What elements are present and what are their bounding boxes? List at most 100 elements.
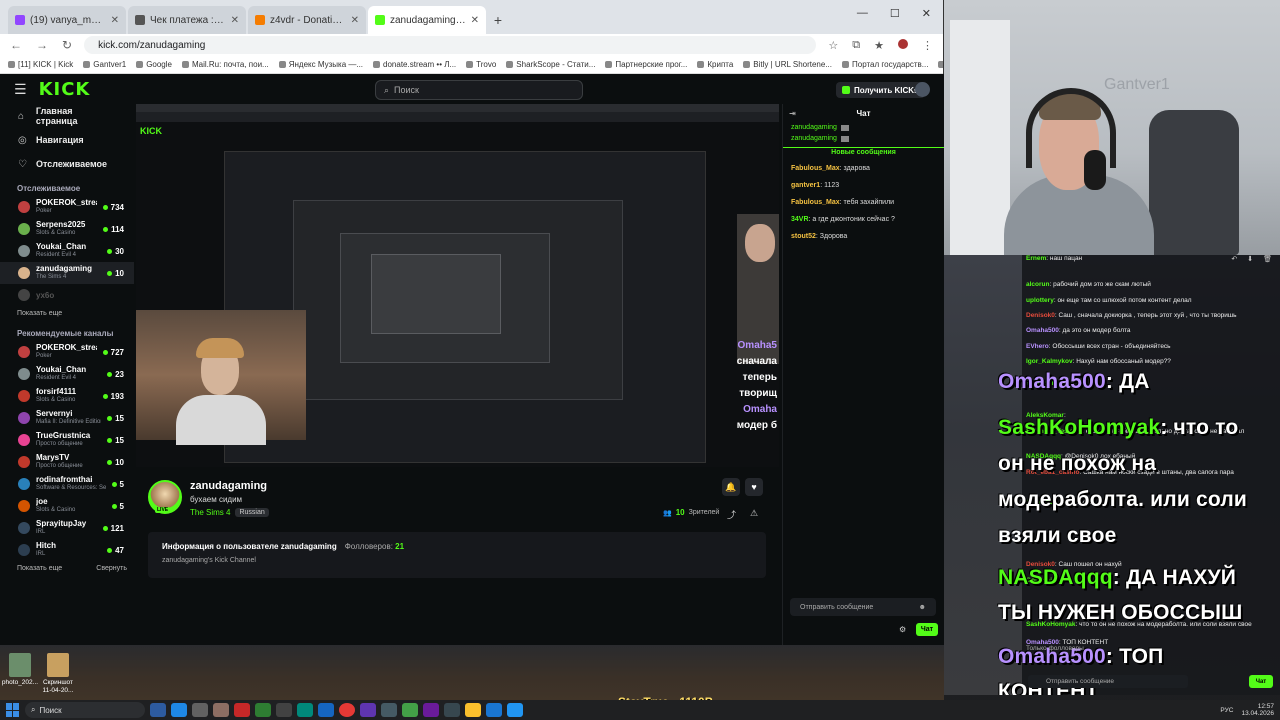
follow-button[interactable]: ♥ — [745, 478, 763, 496]
task-view-icon[interactable] — [150, 703, 166, 717]
close-tab-icon[interactable]: ✕ — [351, 15, 359, 26]
user-avatar[interactable] — [915, 82, 930, 97]
undo-icon[interactable]: ↶ — [1231, 255, 1237, 263]
kick-search[interactable]: ⌕ Поиск — [375, 80, 583, 100]
sidebar-nav-item[interactable]: ♡ Отслеживаемое — [0, 152, 134, 176]
app-icon[interactable] — [402, 703, 418, 717]
sidebar-channel[interactable]: Youkai_Chan Resident Evil 4 30 — [0, 240, 134, 262]
sidebar-channel[interactable]: POKEROK_streamsPoker 727 — [0, 341, 134, 363]
app-icon[interactable] — [297, 703, 313, 717]
chat-settings-icon[interactable]: ⚙ — [899, 625, 906, 634]
taskbar-search[interactable]: ⌕ Поиск — [25, 702, 145, 718]
overlay-chat-input[interactable]: Отправить сообщение — [1028, 675, 1188, 688]
app-icon[interactable] — [318, 703, 334, 717]
chat-username[interactable]: Fabulous_Max — [791, 199, 840, 206]
chat-send-button[interactable]: Чат — [916, 623, 938, 636]
app-icon[interactable] — [381, 703, 397, 717]
sidebar-channel[interactable]: joe Slots & Casino 5 — [0, 495, 134, 517]
edge-icon[interactable] — [171, 703, 187, 717]
language-tag[interactable]: Russian — [235, 508, 269, 517]
sidebar-channel[interactable]: TrueGrustnica Просто общение 15 — [0, 429, 134, 451]
close-tab-icon[interactable]: ✕ — [231, 15, 239, 26]
telegram-icon[interactable] — [507, 703, 523, 717]
kick-logo[interactable]: KICK — [39, 79, 91, 100]
share-icon[interactable]: ⤴ — [727, 508, 736, 521]
report-icon[interactable]: ⚠ — [750, 508, 758, 519]
app-icon[interactable] — [234, 703, 250, 717]
category-link[interactable]: The Sims 4 — [190, 508, 230, 517]
clock[interactable]: 12:57 13.04.2026 — [1241, 703, 1274, 717]
chat-username[interactable]: 34VR — [791, 216, 809, 223]
trash-icon[interactable]: 🗑 — [1263, 255, 1272, 263]
forward-icon[interactable]: → — [36, 38, 48, 52]
collapse-sidebar[interactable]: Свернуть — [96, 565, 127, 572]
sidebar-channel[interactable]: POKEROK_streamsPoker 734 — [0, 196, 134, 218]
emoji-icon[interactable]: ☻ — [919, 604, 926, 611]
video-player[interactable]: KICK Omaha5 сначала теперь творищ Omaha … — [136, 104, 779, 467]
bookmark-item[interactable]: Яндекс Музыка —... — [278, 60, 363, 69]
get-kicks-button[interactable]: Получить KICKs — [836, 82, 925, 98]
bookmark-item[interactable]: Крипта — [697, 60, 733, 69]
app-icon[interactable] — [465, 703, 481, 717]
bookmark-item[interactable]: Bitly | URL Shortene... — [743, 60, 832, 69]
hamburger-icon[interactable]: ☰ — [14, 81, 27, 98]
app-icon[interactable] — [213, 703, 229, 717]
chat-username[interactable]: gantver1 — [791, 182, 820, 189]
chat-input[interactable]: Отправить сообщение ☻ — [790, 598, 936, 616]
collapse-chat-icon[interactable]: ⇥ — [789, 109, 796, 118]
channel-name[interactable]: zanudagaming — [190, 480, 267, 492]
menu-icon[interactable]: ⋮ — [922, 39, 933, 52]
browser-tab[interactable]: z4vdr - DonationAlerts ✕ — [248, 6, 366, 34]
sidebar-channel[interactable]: Servernyi Mafia II: Definitive Edition 15 — [0, 407, 134, 429]
app-icon[interactable] — [255, 703, 271, 717]
sidebar-channel[interactable]: Youkai_Chan Resident Evil 4 23 — [0, 363, 134, 385]
sidebar-channel[interactable]: rodinafromthai Software & Resources: Se..… — [0, 473, 134, 495]
back-icon[interactable]: ← — [10, 38, 22, 52]
sidebar-channel[interactable]: forsirf4111 Slots & Casino 193 — [0, 385, 134, 407]
app-icon[interactable] — [486, 703, 502, 717]
browser-tab[interactable]: zanudagaming Stream - W... ✕ — [368, 6, 486, 34]
close-tab-icon[interactable]: ✕ — [111, 15, 119, 26]
bookmark-item[interactable]: Портал государств... — [842, 60, 928, 69]
chat-username[interactable]: stout52 — [791, 233, 816, 240]
app-icon[interactable] — [276, 703, 292, 717]
desktop-file-icon[interactable]: photo_202... — [0, 653, 40, 687]
bookmark-item[interactable]: SharkScope - Стати... — [506, 60, 595, 69]
star-icon[interactable]: ☆ — [828, 39, 838, 52]
desktop-file-icon[interactable]: Скриншот 11-04-20... — [38, 653, 78, 695]
bookmark-item[interactable]: TB - GreenWave — [938, 60, 943, 69]
overlay-send-button[interactable]: Чат — [1249, 675, 1273, 688]
app-icon[interactable] — [360, 703, 376, 717]
new-tab-button[interactable]: + — [488, 6, 508, 34]
notifications-button[interactable]: 🔔 — [722, 478, 740, 496]
browser-tab[interactable]: Чек платежа :: тото ✕ — [128, 6, 246, 34]
profile-avatar[interactable] — [898, 38, 908, 49]
bookmark-item[interactable]: Gantver1 — [83, 60, 126, 69]
app-icon[interactable] — [444, 703, 460, 717]
start-button[interactable] — [6, 703, 20, 717]
bookmark-item[interactable]: Mail.Ru: почта, пои... — [181, 60, 269, 69]
app-icon[interactable] — [423, 703, 439, 717]
sidebar-channel[interactable]: Serpens2025 Slots & Casino 114 — [0, 218, 134, 240]
extensions-icon[interactable]: ⧉ — [852, 39, 860, 52]
bookmark-item[interactable]: Trovo — [466, 60, 496, 69]
sidebar-channel[interactable]: zanudagaming The Sims 4 10 — [0, 262, 134, 284]
bookmark-item[interactable]: Партнерские прог... — [605, 60, 687, 69]
explorer-icon[interactable] — [192, 703, 208, 717]
sidebar-channel[interactable]: MarysTV Просто общение 10 — [0, 451, 134, 473]
bookmark-item[interactable]: [11] KICK | Kick — [8, 60, 73, 69]
language-indicator[interactable]: РУС — [1220, 707, 1233, 714]
bookmark-item[interactable]: Google — [136, 60, 172, 69]
sidebar-channel[interactable]: SprayitupJay IRL 121 — [0, 517, 134, 539]
sidebar-channel[interactable]: yx6o — [0, 284, 134, 306]
show-more-following[interactable]: Показать еще — [0, 306, 144, 321]
close-window-button[interactable]: ✕ — [922, 7, 931, 20]
chat-username[interactable]: Fabulous_Max — [791, 165, 840, 172]
maximize-button[interactable]: ☐ — [890, 7, 900, 20]
bookmark-icon[interactable]: ★ — [874, 39, 884, 52]
bookmark-item[interactable]: donate.stream •• Л... — [373, 60, 456, 69]
sidebar-nav-item[interactable]: ⌂ Главная страница — [0, 104, 134, 128]
close-tab-icon[interactable]: ✕ — [471, 15, 479, 26]
chrome-icon[interactable] — [339, 703, 355, 717]
pin-icon[interactable]: ⬇ — [1247, 255, 1253, 263]
